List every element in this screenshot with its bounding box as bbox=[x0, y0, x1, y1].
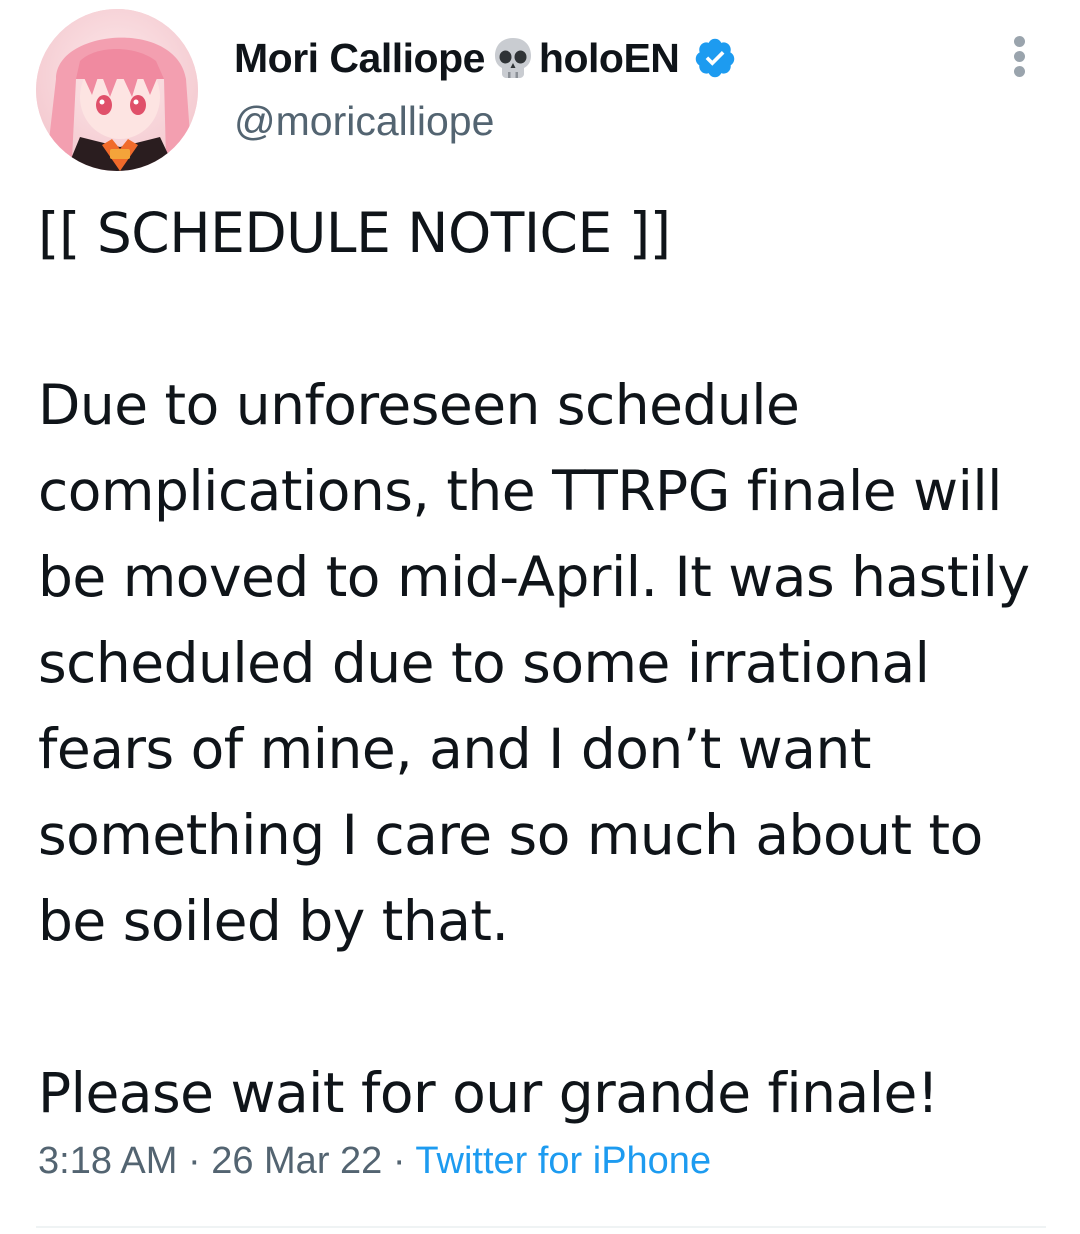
tweet-meta: 3:18 AM · 26 Mar 22 · Twitter for iPhone bbox=[38, 1140, 711, 1183]
tweet-text: [[ SCHEDULE NOTICE ]] Due to unforeseen … bbox=[38, 190, 1048, 1136]
tweet-paragraph: Due to unforeseen schedule complications… bbox=[38, 373, 1030, 953]
dot bbox=[1014, 51, 1025, 62]
meta-separator: · bbox=[187, 1140, 201, 1182]
display-name[interactable]: Mori Calliope bbox=[234, 35, 485, 82]
dot bbox=[1014, 66, 1025, 77]
avatar-image bbox=[36, 9, 198, 171]
author-name-row[interactable]: Mori Calliope holoEN bbox=[234, 30, 737, 86]
tweet-time[interactable]: 3:18 AM bbox=[38, 1140, 177, 1182]
author-handle[interactable]: @moricalliope bbox=[234, 98, 494, 145]
skull-icon bbox=[494, 38, 531, 78]
avatar[interactable] bbox=[36, 9, 198, 171]
tweet-source-link[interactable]: Twitter for iPhone bbox=[415, 1140, 711, 1182]
verified-badge-icon bbox=[696, 38, 735, 78]
tweet-card: Mori Calliope holoEN @moricalliope [[ SC… bbox=[0, 0, 1080, 1234]
tweet-paragraph: [[ SCHEDULE NOTICE ]] bbox=[38, 201, 671, 265]
tweet-date[interactable]: 26 Mar 22 bbox=[211, 1140, 382, 1182]
divider bbox=[36, 1226, 1046, 1228]
tweet-paragraph: Please wait for our grande finale! bbox=[38, 1061, 939, 1125]
meta-separator: · bbox=[392, 1140, 406, 1182]
dot bbox=[1014, 36, 1025, 47]
more-options-icon[interactable] bbox=[1004, 34, 1036, 78]
display-name-suffix[interactable]: holoEN bbox=[539, 35, 680, 82]
